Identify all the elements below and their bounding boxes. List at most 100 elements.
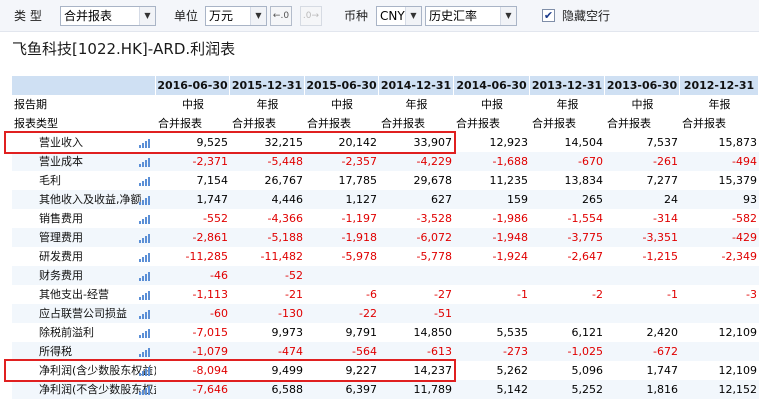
table-cell-value: 265 <box>530 190 605 209</box>
bar-chart-icon[interactable] <box>139 290 151 300</box>
table-row[interactable]: 毛利 7,154 26,767 17,785 29,678 11,235 13,834 7,2… <box>12 171 759 190</box>
table-cell-value: 9,791 <box>345 326 378 339</box>
column-header-date[interactable]: 2014-06-30 <box>454 76 530 95</box>
header-date-row: 2016-06-30 2015-12-31 2015-06-30 2014-12-31… <box>12 76 759 95</box>
column-header-date[interactable]: 2014-12-31 <box>379 76 454 95</box>
table-cell-value: -429 <box>680 228 759 247</box>
unit-select-value: 万元 <box>209 9 234 23</box>
table-cell-value: -672 <box>605 342 680 361</box>
decimal-increase-icon[interactable]: ←.0 <box>270 6 292 26</box>
bar-chart-icon[interactable] <box>139 328 151 338</box>
table-cell-value: 9,499 <box>271 364 304 377</box>
report-type-value: 合并报表 <box>232 117 276 130</box>
table-row[interactable]: 其他支出-经营 -1,113 -21 -6 -27 -1 -2 -1 -3 <box>12 285 759 304</box>
table-cell-value: -27 <box>434 288 452 301</box>
table-cell-value <box>454 266 530 285</box>
table-cell-value: 5,252 <box>530 380 605 399</box>
table-cell-value: 1,127 <box>305 190 379 209</box>
unit-label: 单位 <box>174 9 199 23</box>
table-cell-value: 14,850 <box>413 326 453 339</box>
table-cell-value: 29,678 <box>413 174 453 187</box>
table-cell-value: -670 <box>530 152 605 171</box>
bar-chart-icon[interactable] <box>139 309 151 319</box>
bar-chart-icon[interactable] <box>139 214 151 224</box>
column-header-date[interactable]: 2013-06-30 <box>605 76 680 95</box>
bar-chart-icon[interactable] <box>139 385 151 395</box>
report-type-label: 报表类型 <box>14 117 58 130</box>
table-cell-value <box>680 342 759 361</box>
column-header-date[interactable]: 2016-06-30 <box>156 76 230 95</box>
hide-empty-checkbox[interactable]: ✔ <box>542 9 555 22</box>
table-cell-value: -6 <box>366 288 377 301</box>
table-row[interactable]: 销售费用 -552 -4,366 -1,197 -3,528 -1,986 -1,554 -3… <box>12 209 759 228</box>
bar-chart-icon[interactable] <box>139 176 151 186</box>
row-label: 营业收入 <box>39 136 83 149</box>
column-header-date[interactable]: 2015-12-31 <box>230 76 305 95</box>
table-row[interactable]: 营业收入 9,525 32,215 20,142 33,907 12,923 14,504 7… <box>12 133 759 152</box>
table-cell-value: -1,215 <box>642 250 678 263</box>
header-corner <box>12 76 156 95</box>
table-cell-value: -3,351 <box>605 228 680 247</box>
table-cell-value <box>530 304 605 323</box>
table-cell-value: -494 <box>680 152 759 171</box>
table-row[interactable]: 财务费用 -46 -52 <box>12 266 759 285</box>
table-cell-value: 159 <box>454 190 530 209</box>
table-cell-value: 12,152 <box>680 380 759 399</box>
table-cell-value <box>605 304 680 323</box>
table-cell-value: -3 <box>746 288 757 301</box>
table-cell-value: 6,588 <box>230 380 305 399</box>
table-cell-value: 13,834 <box>564 174 604 187</box>
bar-chart-icon[interactable] <box>139 271 151 281</box>
report-period-value: 中报 <box>631 98 654 111</box>
table-row[interactable]: 营业成本 -2,371 -5,448 -2,357 -4,229 -1,688 -670 -2… <box>12 152 759 171</box>
report-period-value: 中报 <box>182 98 204 111</box>
row-label: 营业成本 <box>12 152 156 171</box>
table-row[interactable]: 管理费用 -2,861 -5,188 -1,918 -6,072 -1,948 -3,775… <box>12 228 759 247</box>
table-row[interactable]: 所得税 -1,079 -474 -564 -613 -273 -1,025 -672 <box>12 342 759 361</box>
table-row[interactable]: 除税前溢利 -7,015 9,973 9,791 14,850 5,535 6,121 2,4… <box>12 323 759 342</box>
table-cell-value: -261 <box>605 152 680 171</box>
decimal-decrease-icon[interactable]: .0→ <box>300 6 322 26</box>
unit-select[interactable]: 万元 ▼ <box>205 6 267 26</box>
table-row[interactable]: 其他收入及收益,净额 1,747 4,446 1,127 627 159 265 24 93 <box>12 190 759 209</box>
column-header-date[interactable]: 2012-12-31 <box>680 76 759 95</box>
table-cell-value: 7,277 <box>646 174 679 187</box>
report-period-label: 报告期 <box>14 98 47 111</box>
table-cell-value: 11,235 <box>489 174 529 187</box>
table-cell-value: -273 <box>454 342 530 361</box>
column-header-date[interactable]: 2013-12-31 <box>530 76 605 95</box>
table-row[interactable]: 净利润(含少数股东权益) -8,094 9,499 9,227 14,237 5,262 5… <box>12 361 759 380</box>
table-cell-value: -4,366 <box>267 212 303 225</box>
currency-select[interactable]: CNY ▼ <box>376 6 422 26</box>
toolbar: 类 型 合并报表 ▼ 单位 万元 ▼ ←.0 .0→ 币种 CNY ▼ 历史汇率… <box>0 0 759 32</box>
bar-chart-icon[interactable] <box>139 252 151 262</box>
table-cell-value: -3,775 <box>530 228 605 247</box>
table-cell-value: -1,554 <box>567 212 603 225</box>
table-cell-value: 5,096 <box>571 364 604 377</box>
row-label: 净利润(含少数股东权益) <box>39 364 156 377</box>
report-period-value: 年报 <box>708 98 731 111</box>
type-select[interactable]: 合并报表 ▼ <box>60 6 156 26</box>
bar-chart-icon[interactable] <box>139 366 151 376</box>
column-header-date[interactable]: 2015-06-30 <box>305 76 379 95</box>
report-period-value: 中报 <box>481 98 503 111</box>
table-cell-value: -60 <box>156 304 230 323</box>
bar-chart-icon[interactable] <box>139 233 151 243</box>
table-cell-value <box>680 266 759 285</box>
table-cell-value: -564 <box>305 342 379 361</box>
table-cell-value: -552 <box>203 212 228 225</box>
table-cell-value: -2,371 <box>156 152 230 171</box>
table-row[interactable]: 研发费用 -11,285 -11,482 -5,978 -5,778 -1,924 -2,6… <box>12 247 759 266</box>
bar-chart-icon[interactable] <box>139 195 151 205</box>
table-cell-value: 7,154 <box>196 174 229 187</box>
bar-chart-icon[interactable] <box>139 157 151 167</box>
table-row[interactable]: 净利润(不含少数股东权益) -7,646 6,588 6,397 11,789 5,142… <box>12 380 759 399</box>
bar-chart-icon[interactable] <box>139 138 151 148</box>
bar-chart-icon[interactable] <box>139 347 151 357</box>
table-cell-value: 14,504 <box>564 136 604 149</box>
table-cell-value: -2,357 <box>305 152 379 171</box>
hide-empty-label: 隐藏空行 <box>562 9 611 23</box>
exchange-rate-select[interactable]: 历史汇率 ▼ <box>425 6 517 26</box>
table-row[interactable]: 应占联营公司损益 -60 -130 -22 -51 <box>12 304 759 323</box>
table-cell-value: -2,861 <box>156 228 230 247</box>
